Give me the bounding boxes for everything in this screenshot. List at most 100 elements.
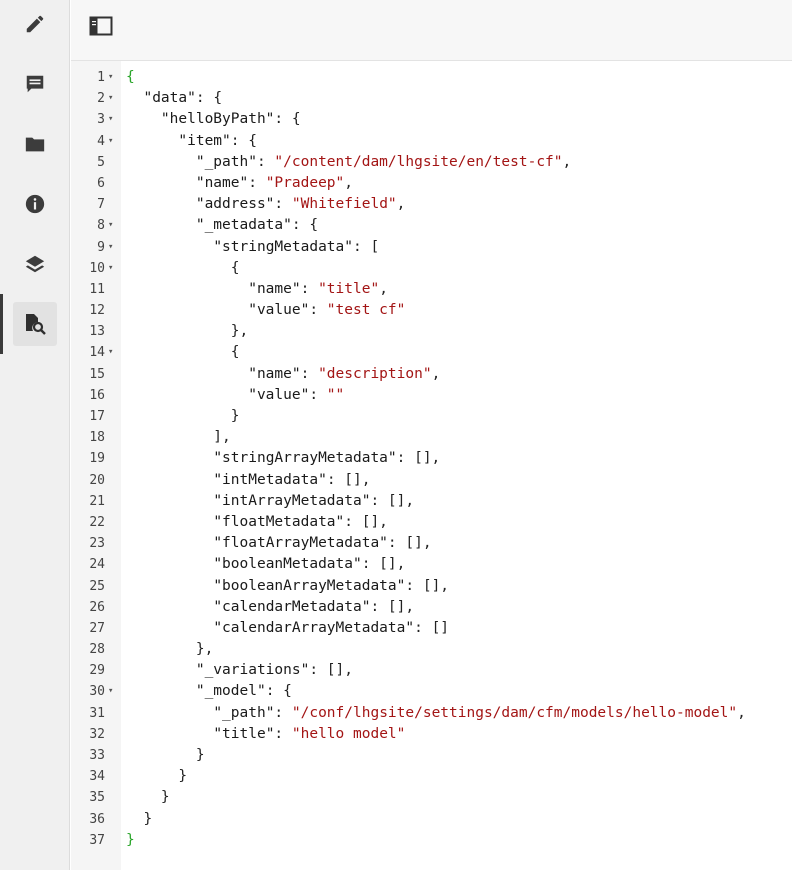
string-value: "Pradeep" xyxy=(265,174,345,191)
panel-toggle-icon xyxy=(89,16,113,36)
line-number: 2 xyxy=(97,91,105,107)
json-key: "item" xyxy=(178,132,231,149)
line-number: 30 xyxy=(89,684,105,700)
line-number: 34 xyxy=(89,769,105,785)
code-line: 8 ▾ "_metadata": { xyxy=(71,215,792,236)
fold-arrow-icon[interactable]: ▾ xyxy=(108,88,113,109)
punctuation: } xyxy=(126,768,188,785)
punctuation: } xyxy=(126,810,153,827)
json-key: "calendarArrayMetadata" xyxy=(213,619,415,636)
fold-arrow-icon[interactable]: ▾ xyxy=(108,681,113,702)
code-line: 34 } xyxy=(71,766,792,787)
code-text: { xyxy=(126,258,240,279)
line-number: 7 xyxy=(97,197,105,213)
fold-arrow-icon[interactable]: ▾ xyxy=(108,131,113,152)
code-text: "item": { xyxy=(126,131,257,152)
json-result-editor[interactable]: 1 ▾{2 ▾ "data": {3 ▾ "helloByPath": {4 ▾ "it… xyxy=(71,61,792,870)
json-key: "booleanArrayMetadata" xyxy=(213,577,406,594)
punctuation: , xyxy=(396,196,406,213)
code-text: } xyxy=(126,766,187,787)
code-line: 29 "_variations": [], xyxy=(71,660,792,681)
punctuation xyxy=(126,620,213,636)
line-number: 21 xyxy=(89,493,105,509)
string-value: "title" xyxy=(318,280,380,297)
line-number: 18 xyxy=(89,430,105,446)
line-number: 4 xyxy=(97,133,105,149)
punctuation xyxy=(126,662,196,678)
code-text: { xyxy=(126,342,240,363)
code-line: 33 } xyxy=(71,745,792,766)
folder-button[interactable] xyxy=(13,122,57,166)
line-number: 27 xyxy=(89,620,105,636)
punctuation xyxy=(126,239,213,255)
punctuation xyxy=(126,302,248,318)
fold-arrow-icon[interactable]: ▾ xyxy=(108,237,113,258)
fold-arrow-icon[interactable]: ▾ xyxy=(108,109,113,130)
line-number: 8 xyxy=(97,218,105,234)
punctuation: } xyxy=(126,789,170,806)
line-number: 25 xyxy=(89,578,105,594)
code-content[interactable]: 1 ▾{2 ▾ "data": {3 ▾ "helloByPath": {4 ▾ "it… xyxy=(71,67,792,851)
fold-arrow-icon[interactable]: ▾ xyxy=(108,258,113,279)
json-key: "_path" xyxy=(213,704,275,721)
active-tab-marker xyxy=(0,294,3,354)
string-value: "test cf" xyxy=(326,302,406,319)
code-text: "_model": { xyxy=(126,681,292,702)
punctuation xyxy=(126,683,196,699)
punctuation: : xyxy=(300,280,319,297)
punctuation: : { xyxy=(291,217,319,234)
code-text: "stringMetadata": [ xyxy=(126,237,379,258)
code-line: 9 ▾ "stringMetadata": [ xyxy=(71,237,792,258)
code-text: }, xyxy=(126,639,213,660)
line-number: 29 xyxy=(89,663,105,679)
json-key: "stringArrayMetadata" xyxy=(213,450,397,467)
layers-button[interactable] xyxy=(13,242,57,286)
code-line: 18 ], xyxy=(71,427,792,448)
json-key: "_model" xyxy=(195,683,266,700)
toggle-side-panel-button[interactable] xyxy=(85,12,117,40)
document-search-icon xyxy=(26,314,46,335)
edit-icon xyxy=(26,15,44,33)
code-line: 15 "name": "description", xyxy=(71,364,792,385)
json-key: "stringMetadata" xyxy=(213,238,353,255)
punctuation: : xyxy=(309,302,327,319)
code-text: "name": "Pradeep", xyxy=(126,173,353,194)
json-key: "floatArrayMetadata" xyxy=(213,535,388,552)
code-line: 28 }, xyxy=(71,639,792,660)
punctuation xyxy=(126,90,143,106)
punctuation xyxy=(126,578,213,594)
punctuation: : xyxy=(256,153,275,170)
string-value: "" xyxy=(326,386,345,403)
punctuation: : xyxy=(274,196,292,213)
code-text: { xyxy=(126,67,135,88)
string-value: "/content/dam/lhgsite/en/test-cf" xyxy=(274,153,563,170)
line-number: 6 xyxy=(97,175,105,191)
code-text: } xyxy=(126,406,240,427)
json-key: "value" xyxy=(248,386,310,403)
edit-button[interactable] xyxy=(13,2,57,46)
json-key: "name" xyxy=(248,365,301,382)
code-line: 17 } xyxy=(71,406,792,427)
json-key: "helloByPath" xyxy=(160,111,275,128)
punctuation: { xyxy=(126,69,135,85)
fold-arrow-icon[interactable]: ▾ xyxy=(108,215,113,236)
info-button[interactable] xyxy=(13,182,57,226)
json-key: "title" xyxy=(213,725,275,742)
punctuation: : [], xyxy=(370,492,415,509)
code-text: "booleanMetadata": [], xyxy=(126,554,405,575)
json-key: "name" xyxy=(248,280,301,297)
punctuation: { xyxy=(126,259,240,276)
code-text: "floatArrayMetadata": [], xyxy=(126,533,432,554)
fold-arrow-icon[interactable]: ▾ xyxy=(108,342,113,363)
string-value: "hello model" xyxy=(291,725,406,742)
string-value: "description" xyxy=(318,365,432,382)
fold-arrow-icon[interactable]: ▾ xyxy=(108,67,113,88)
punctuation xyxy=(126,472,213,488)
punctuation: , xyxy=(431,365,441,382)
line-number: 28 xyxy=(89,642,105,658)
query-inspector-button[interactable] xyxy=(13,302,57,346)
punctuation xyxy=(126,175,196,191)
code-line: 35 } xyxy=(71,787,792,808)
punctuation: : [], xyxy=(387,535,432,552)
comments-button[interactable] xyxy=(13,62,57,106)
